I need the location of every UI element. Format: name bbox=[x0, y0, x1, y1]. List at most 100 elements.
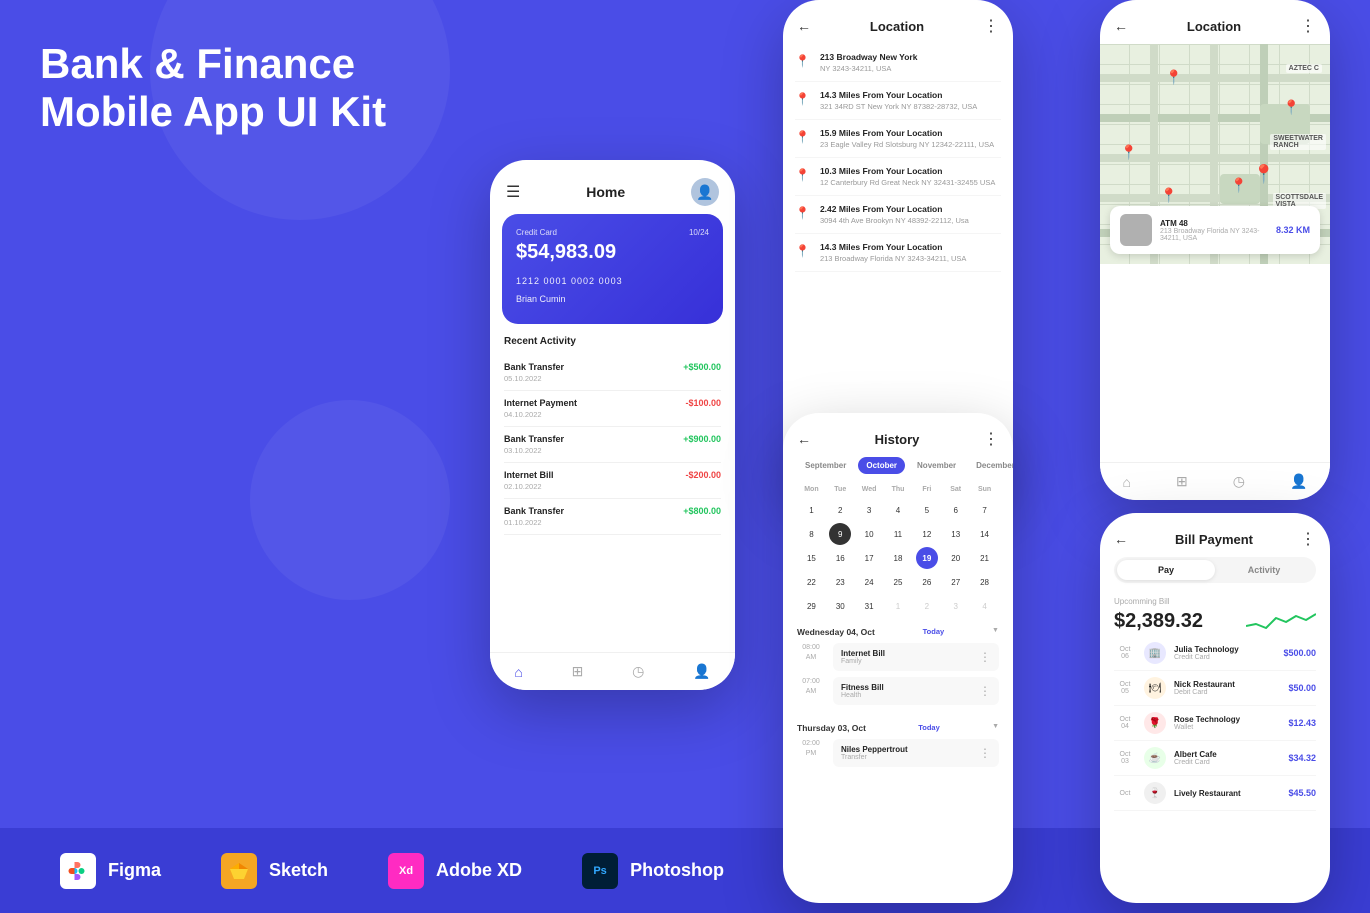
cal-26[interactable]: 26 bbox=[916, 571, 938, 593]
cal-20[interactable]: 20 bbox=[945, 547, 967, 569]
cal-24[interactable]: 24 bbox=[858, 571, 880, 593]
cal-17[interactable]: 17 bbox=[858, 547, 880, 569]
bill-tab-activity[interactable]: Activity bbox=[1215, 560, 1313, 580]
cal-13[interactable]: 13 bbox=[945, 523, 967, 545]
cal-4[interactable]: 4 bbox=[887, 499, 909, 521]
nav-profile-icon[interactable]: 👤 bbox=[693, 663, 710, 680]
month-nov[interactable]: November bbox=[909, 457, 964, 474]
location-list: 📍 213 Broadway New York NY 3243-34211, U… bbox=[783, 44, 1013, 272]
nav-home-icon[interactable]: ⌂ bbox=[514, 664, 522, 680]
cal-5[interactable]: 5 bbox=[916, 499, 938, 521]
event-more-icon-3[interactable]: ⋮ bbox=[979, 746, 991, 760]
home-title: Home bbox=[586, 184, 625, 200]
hist-event-2: 07:00AM Fitness Bill Health ⋮ bbox=[797, 677, 999, 705]
pin-icon-0: 📍 bbox=[795, 54, 810, 68]
cal-nm1[interactable]: 1 bbox=[887, 595, 909, 617]
day-wed: Wed bbox=[855, 484, 884, 495]
cal-week-1: 1 2 3 4 5 6 7 bbox=[797, 499, 999, 521]
atm-info-card: ATM 48 213 Broadway Florida NY 3243-3421… bbox=[1110, 206, 1320, 254]
day-sun: Sun bbox=[970, 484, 999, 495]
cal-18[interactable]: 18 bbox=[887, 547, 909, 569]
card-label: Credit Card bbox=[516, 228, 557, 237]
hamburger-icon[interactable]: ☰ bbox=[506, 182, 520, 202]
cal-15[interactable]: 15 bbox=[800, 547, 822, 569]
cal-week-2: 8 9 10 11 12 13 14 bbox=[797, 523, 999, 545]
loc-item-5: 📍 14.3 Miles From Your Location 213 Broa… bbox=[795, 234, 1001, 272]
nav-profile-icon-map[interactable]: 👤 bbox=[1290, 473, 1307, 490]
cal-28[interactable]: 28 bbox=[974, 571, 996, 593]
cal-25[interactable]: 25 bbox=[887, 571, 909, 593]
bill-amount-row: $2,389.32 bbox=[1114, 606, 1316, 636]
cal-21[interactable]: 21 bbox=[974, 547, 996, 569]
cal-nm3[interactable]: 3 bbox=[945, 595, 967, 617]
cal-week-4: 22 23 24 25 26 27 28 bbox=[797, 571, 999, 593]
bill-items: Oct06 🏢 Julia Technology Credit Card $50… bbox=[1100, 636, 1330, 811]
cal-7[interactable]: 7 bbox=[974, 499, 996, 521]
month-sep[interactable]: September bbox=[797, 457, 854, 474]
bill-title: Bill Payment bbox=[1175, 532, 1253, 547]
cal-6[interactable]: 6 bbox=[945, 499, 967, 521]
nav-history-icon-map[interactable]: ◷ bbox=[1233, 473, 1245, 490]
map-more-icon[interactable]: ⋮ bbox=[1300, 16, 1316, 36]
cal-11[interactable]: 11 bbox=[887, 523, 909, 545]
history-back-icon[interactable]: ← bbox=[797, 431, 811, 447]
phone-map: ← Location ⋮ AZTEC C SWEETWATERRANCH SCO… bbox=[1100, 0, 1330, 500]
nav-cards-icon-map[interactable]: ⊞ bbox=[1176, 473, 1188, 490]
cal-27[interactable]: 27 bbox=[945, 571, 967, 593]
sketch-label: Sketch bbox=[269, 860, 328, 881]
bill-upcoming: Upcomming Bill $2,389.32 bbox=[1100, 593, 1330, 636]
cal-29[interactable]: 29 bbox=[800, 595, 822, 617]
bill-sparkline bbox=[1246, 606, 1316, 636]
bill-back-icon[interactable]: ← bbox=[1114, 531, 1128, 547]
back-arrow-icon[interactable]: ← bbox=[797, 18, 811, 34]
month-dec[interactable]: December bbox=[968, 457, 1013, 474]
hist-group-2: Thursday 03, Oct Today ▼ 02:00PM Niles P… bbox=[783, 715, 1013, 777]
history-more-icon[interactable]: ⋮ bbox=[983, 429, 999, 449]
cal-2[interactable]: 2 bbox=[829, 499, 851, 521]
pin-icon-4: 📍 bbox=[795, 206, 810, 220]
nav-history-icon[interactable]: ◷ bbox=[632, 663, 644, 680]
nav-home-icon-map[interactable]: ⌂ bbox=[1123, 474, 1131, 490]
phone-history: ← History ⋮ September October November D… bbox=[783, 413, 1013, 903]
cal-19[interactable]: 19 bbox=[916, 547, 938, 569]
card-expiry: 10/24 bbox=[689, 228, 709, 237]
bill-more-icon[interactable]: ⋮ bbox=[1300, 529, 1316, 549]
hero-line2: Mobile App UI Kit bbox=[40, 88, 386, 135]
cal-nm2[interactable]: 2 bbox=[916, 595, 938, 617]
hist-date-1: Wednesday 04, Oct Today ▼ bbox=[797, 627, 999, 637]
avatar[interactable]: 👤 bbox=[691, 178, 719, 206]
cal-9[interactable]: 9 bbox=[829, 523, 851, 545]
cal-12[interactable]: 12 bbox=[916, 523, 938, 545]
cal-22[interactable]: 22 bbox=[800, 571, 822, 593]
map-label-sweetwater: SWEETWATERRANCH bbox=[1270, 134, 1326, 150]
event-more-icon-2[interactable]: ⋮ bbox=[979, 684, 991, 698]
hist-date-2: Thursday 03, Oct Today ▼ bbox=[797, 723, 999, 733]
cal-week-5: 29 30 31 1 2 3 4 bbox=[797, 595, 999, 617]
activity-list: Bank Transfer05.10.2022 +$500.00 Interne… bbox=[490, 355, 735, 535]
home-nav: ⌂ ⊞ ◷ 👤 bbox=[490, 652, 735, 690]
cal-10[interactable]: 10 bbox=[858, 523, 880, 545]
cal-3[interactable]: 3 bbox=[858, 499, 880, 521]
figma-icon bbox=[60, 853, 96, 889]
cal-8[interactable]: 8 bbox=[800, 523, 822, 545]
bill-tab-pay[interactable]: Pay bbox=[1117, 560, 1215, 580]
cal-16[interactable]: 16 bbox=[829, 547, 851, 569]
cal-31[interactable]: 31 bbox=[858, 595, 880, 617]
bill-item-2: Oct05 🍽 Nick Restaurant Debit Card $50.0… bbox=[1114, 671, 1316, 706]
map-back-icon[interactable]: ← bbox=[1114, 18, 1128, 34]
cal-1[interactable]: 1 bbox=[800, 499, 822, 521]
cal-nm4[interactable]: 4 bbox=[974, 595, 996, 617]
activity-item-4: Internet Bill02.10.2022 -$200.00 bbox=[504, 463, 721, 499]
nav-cards-icon[interactable]: ⊞ bbox=[572, 663, 584, 680]
map-area: AZTEC C SWEETWATERRANCH SCOTTSDALEVISTA … bbox=[1100, 44, 1330, 264]
cal-30[interactable]: 30 bbox=[829, 595, 851, 617]
card-numbers: 1212 0001 0002 0003 bbox=[516, 276, 709, 286]
cal-23[interactable]: 23 bbox=[829, 571, 851, 593]
event-more-icon-1[interactable]: ⋮ bbox=[979, 650, 991, 664]
bill-item-5: Oct 🍷 Lively Restaurant $45.50 bbox=[1114, 776, 1316, 811]
sketch-icon bbox=[221, 853, 257, 889]
month-oct[interactable]: October bbox=[858, 457, 905, 474]
julia-icon: 🏢 bbox=[1144, 642, 1166, 664]
more-icon[interactable]: ⋮ bbox=[983, 16, 999, 36]
cal-14[interactable]: 14 bbox=[974, 523, 996, 545]
